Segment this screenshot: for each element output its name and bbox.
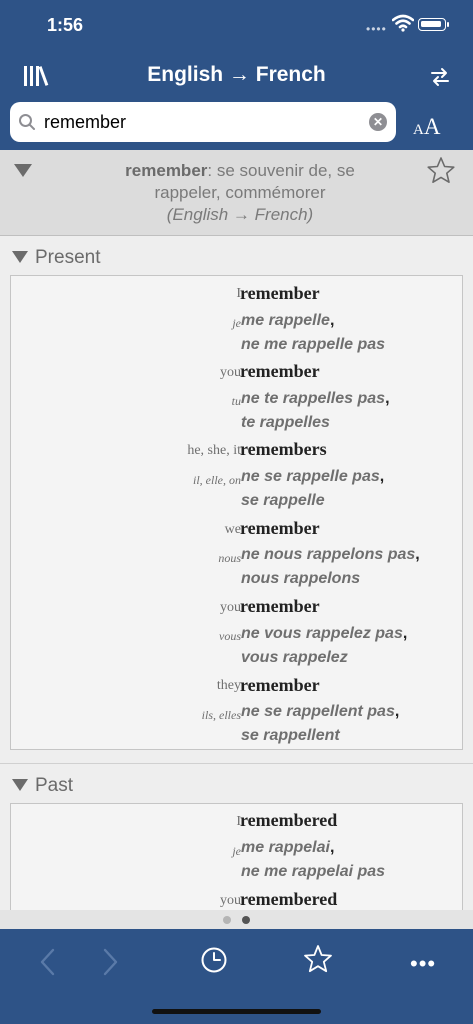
font-size-button[interactable]: AA <box>413 114 440 140</box>
search-input[interactable]: remember <box>44 112 126 133</box>
french-verb-1: ne vous rappelez pas <box>241 625 403 642</box>
french-verb: ne te rappelles pas, <box>241 390 390 407</box>
chevron-left-icon[interactable] <box>38 947 58 977</box>
section-label: Past <box>35 775 74 796</box>
clock-icon[interactable] <box>200 946 228 974</box>
english-verb: remember <box>240 283 320 303</box>
french-verb-1: ne se rappellent pas <box>241 703 395 720</box>
chevron-right-icon[interactable] <box>100 947 120 977</box>
english-verb: remember <box>240 518 320 538</box>
french-pronoun: ils, elles <box>201 708 241 722</box>
french-verb-2: se rappellent <box>241 727 340 744</box>
collapse-section-icon <box>12 779 28 791</box>
wifi-icon <box>392 14 414 32</box>
cellular-signal: •••• <box>366 22 387 36</box>
french-verb-1: me rappelle <box>241 312 330 329</box>
french-pronoun: vous <box>219 629 241 643</box>
french-pronoun: tu <box>231 394 241 408</box>
english-verb: remembered <box>240 889 338 909</box>
search-field[interactable]: remember ✕ <box>10 102 396 142</box>
favorite-star-icon[interactable] <box>426 156 456 184</box>
french-verb: ne se rappellent pas, <box>241 703 400 720</box>
english-verb: remember <box>240 596 320 616</box>
entry-translation-2: rappeler, commémorer <box>154 183 326 202</box>
section-divider <box>0 763 473 764</box>
french-verb: ne vous rappelez pas, <box>241 625 408 642</box>
english-pronoun: we <box>224 522 241 537</box>
french-verb-2: te rappelles <box>241 414 330 431</box>
swap-icon[interactable] <box>428 65 452 89</box>
collapse-entry-icon[interactable] <box>14 164 32 177</box>
french-verb: ne se rappelle pas, <box>241 468 385 485</box>
french-verb-1: ne te rappelles pas <box>241 390 386 407</box>
library-icon[interactable] <box>22 63 50 89</box>
french-pronoun: je <box>232 316 241 330</box>
french-verb: me rappelle, <box>241 312 335 329</box>
section-label: Present <box>35 247 101 268</box>
french-verb: me rappelai, <box>241 839 335 856</box>
entry-header: remember: se souvenir de, se rappeler, c… <box>0 150 473 236</box>
french-verb-1: ne se rappelle pas <box>241 468 380 485</box>
dictionary-title: English → French <box>147 63 326 86</box>
english-pronoun: you <box>220 893 241 908</box>
english-pronoun: they <box>216 678 241 693</box>
search-icon <box>19 114 35 130</box>
nav-row: English → French <box>0 55 473 99</box>
french-verb: ne nous rappelons pas, <box>241 546 420 563</box>
collapse-section-icon <box>12 251 28 263</box>
french-verb-1: ne nous rappelons pas <box>241 546 416 563</box>
english-verb: remember <box>240 675 320 695</box>
english-verb: remembered <box>240 810 338 830</box>
english-pronoun: you <box>220 365 241 380</box>
page-dot[interactable] <box>223 916 231 924</box>
font-size-small-label: A <box>413 122 424 138</box>
page-indicator[interactable] <box>0 910 473 929</box>
english-verb: remembers <box>240 439 327 459</box>
section-past-header[interactable]: Past <box>0 765 473 803</box>
french-verb-2: se rappelle <box>241 492 325 509</box>
french-pronoun: je <box>232 844 241 858</box>
past-conjugation-table: I remembered je me rappelai, ne me rappe… <box>10 803 463 913</box>
english-verb: remember <box>240 361 320 381</box>
entry-direction: (English → French) <box>166 205 314 224</box>
star-icon[interactable] <box>303 944 333 974</box>
entry-word: remember <box>125 161 208 180</box>
section-present-header[interactable]: Present <box>0 237 473 275</box>
status-time: 1:56 <box>47 15 84 35</box>
french-verb-1: me rappelai <box>241 839 330 856</box>
french-pronoun: il, elle, on <box>193 473 241 487</box>
home-indicator[interactable] <box>152 1009 321 1014</box>
french-verb-2: ne me rappelle pas <box>241 336 386 353</box>
english-pronoun: you <box>220 600 241 615</box>
present-conjugation-table: I remember je me rappelle, ne me rappell… <box>10 275 463 750</box>
battery-icon <box>418 18 449 31</box>
more-icon[interactable]: ••• <box>410 951 436 977</box>
french-verb-2: ne me rappelai pas <box>241 863 386 880</box>
french-pronoun: nous <box>218 551 241 565</box>
french-verb-2: vous rappelez <box>241 649 348 666</box>
page-dot-active[interactable] <box>242 916 250 924</box>
top-bar: 1:56 •••• English → French remember ✕ AA <box>0 0 473 150</box>
font-size-large-label: A <box>423 114 441 139</box>
entry-translation-1: : se souvenir de, se <box>207 161 355 180</box>
clear-icon[interactable]: ✕ <box>369 113 387 131</box>
entry-line-1: remember: se souvenir de, se <box>80 161 400 181</box>
status-bar: 1:56 •••• <box>0 0 473 50</box>
english-pronoun: he, she, it <box>187 443 241 458</box>
french-verb-2: nous rappelons <box>241 570 361 587</box>
